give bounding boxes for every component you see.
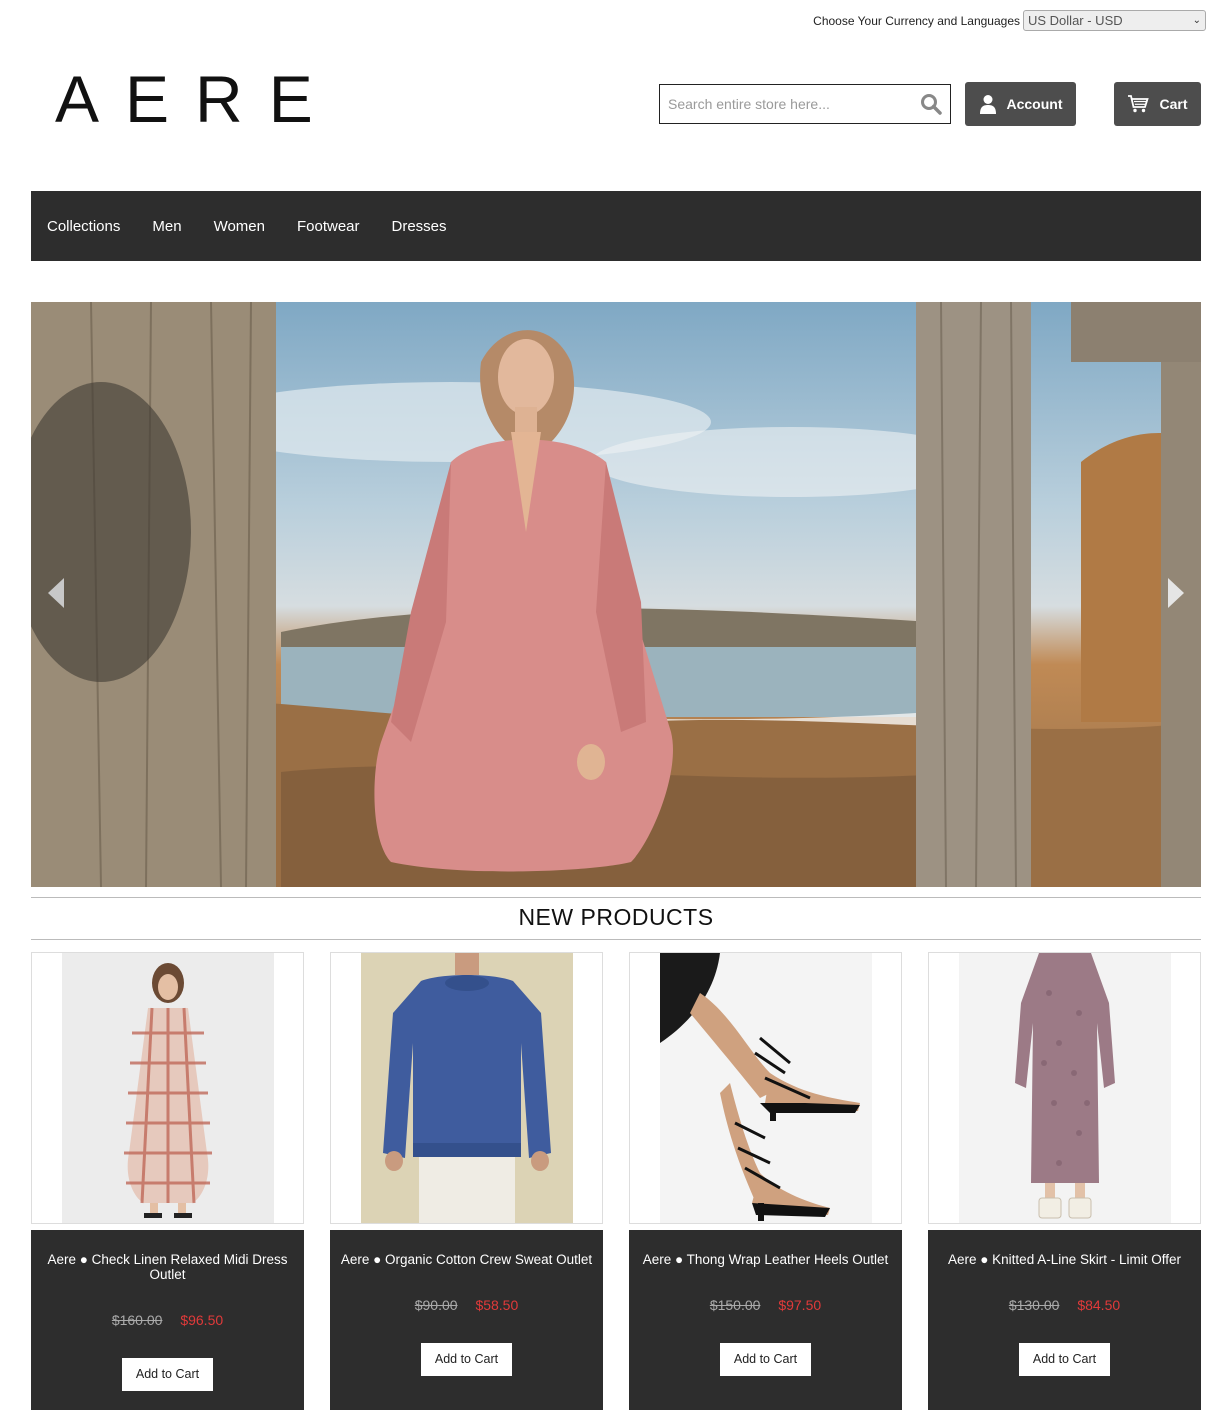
- product-image: [360, 953, 573, 1223]
- section-title: NEW PRODUCTS: [518, 904, 714, 930]
- search-input[interactable]: [668, 96, 920, 112]
- hero-banner[interactable]: [31, 302, 1201, 887]
- product-info: Aere ● Knitted A-Line Skirt - Limit Offe…: [928, 1230, 1201, 1410]
- section-divider-top: [31, 897, 1201, 898]
- currency-selected-value: US Dollar - USD: [1028, 13, 1123, 28]
- product-image-frame[interactable]: [629, 952, 902, 1224]
- product-card: Aere ● Knitted A-Line Skirt - Limit Offe…: [928, 952, 1201, 1410]
- old-price: $160.00: [111, 1312, 163, 1328]
- product-image: [958, 953, 1171, 1223]
- product-card: Aere ● Organic Cotton Crew Sweat Outlet …: [330, 952, 603, 1410]
- price-row: $130.00 $84.50: [928, 1297, 1201, 1313]
- nav-item-men[interactable]: Men: [152, 218, 181, 235]
- account-label: Account: [1006, 96, 1063, 112]
- account-button[interactable]: Account: [965, 82, 1076, 126]
- currency-select[interactable]: US Dollar - USD ⌄: [1023, 10, 1206, 31]
- old-price: $90.00: [414, 1297, 458, 1313]
- product-image: [659, 953, 872, 1223]
- product-image: [61, 953, 274, 1223]
- nav-item-women[interactable]: Women: [214, 218, 265, 235]
- add-to-cart-button[interactable]: Add to Cart: [421, 1343, 512, 1376]
- product-card: Aere ● Thong Wrap Leather Heels Outlet $…: [629, 952, 902, 1410]
- product-image-frame[interactable]: [928, 952, 1201, 1224]
- sale-price: $58.50: [475, 1297, 519, 1313]
- search-box: [659, 84, 951, 124]
- product-image-frame[interactable]: [330, 952, 603, 1224]
- product-name[interactable]: Aere ● Organic Cotton Crew Sweat Outlet: [330, 1230, 603, 1267]
- product-card: Aere ● Check Linen Relaxed Midi Dress Ou…: [31, 952, 304, 1410]
- price-row: $150.00 $97.50: [629, 1297, 902, 1313]
- product-info: Aere ● Check Linen Relaxed Midi Dress Ou…: [31, 1230, 304, 1410]
- cart-icon: [1128, 95, 1150, 113]
- add-to-cart-button[interactable]: Add to Cart: [720, 1343, 811, 1376]
- old-price: $130.00: [1008, 1297, 1060, 1313]
- currency-label: Choose Your Currency and Languages: [813, 13, 1020, 28]
- price-row: $160.00 $96.50: [31, 1312, 304, 1328]
- currency-bar: Choose Your Currency and Languages US Do…: [813, 10, 1206, 31]
- old-price: $150.00: [709, 1297, 761, 1313]
- slider-next-arrow-icon[interactable]: [1168, 578, 1184, 608]
- site-logo[interactable]: AERE: [55, 66, 339, 132]
- sale-price: $97.50: [778, 1297, 822, 1313]
- chevron-down-icon: ⌄: [1192, 15, 1201, 26]
- cart-label: Cart: [1159, 96, 1188, 112]
- nav-item-collections[interactable]: Collections: [47, 218, 120, 235]
- product-name[interactable]: Aere ● Thong Wrap Leather Heels Outlet: [629, 1230, 902, 1267]
- section-divider-bottom: [31, 939, 1201, 940]
- main-nav: Collections Men Women Footwear Dresses: [31, 191, 1201, 261]
- user-icon: [979, 95, 996, 114]
- cart-button[interactable]: Cart: [1114, 82, 1201, 126]
- nav-item-footwear[interactable]: Footwear: [297, 218, 360, 235]
- add-to-cart-button[interactable]: Add to Cart: [1019, 1343, 1110, 1376]
- search-icon[interactable]: [920, 93, 942, 115]
- product-name[interactable]: Aere ● Knitted A-Line Skirt - Limit Offe…: [928, 1230, 1201, 1267]
- nav-item-dresses[interactable]: Dresses: [392, 218, 447, 235]
- slider-prev-arrow-icon[interactable]: [48, 578, 64, 608]
- price-row: $90.00 $58.50: [330, 1297, 603, 1313]
- product-name[interactable]: Aere ● Check Linen Relaxed Midi Dress Ou…: [31, 1230, 304, 1282]
- add-to-cart-button[interactable]: Add to Cart: [122, 1358, 213, 1391]
- product-image-frame[interactable]: [31, 952, 304, 1224]
- product-info: Aere ● Organic Cotton Crew Sweat Outlet …: [330, 1230, 603, 1410]
- sale-price: $96.50: [180, 1312, 224, 1328]
- product-info: Aere ● Thong Wrap Leather Heels Outlet $…: [629, 1230, 902, 1410]
- sale-price: $84.50: [1077, 1297, 1121, 1313]
- hero-image: [31, 302, 1201, 887]
